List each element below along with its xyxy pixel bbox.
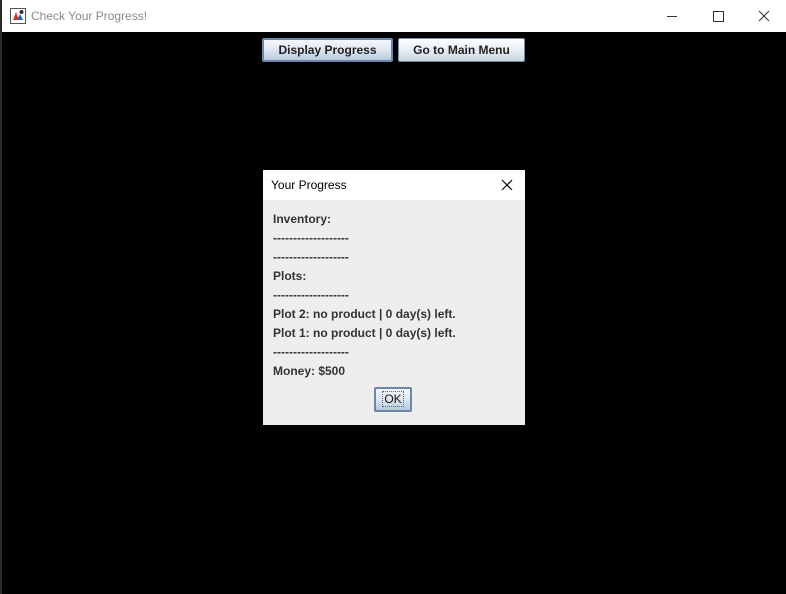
close-icon	[501, 179, 513, 191]
title-bar[interactable]: Check Your Progress!	[2, 0, 786, 32]
app-window: Check Your Progress! Display Progress Go…	[0, 0, 786, 594]
plot-2-status: Plot 2: no product | 0 day(s) left.	[273, 307, 456, 321]
minimize-button[interactable]	[649, 0, 695, 32]
main-menu-button[interactable]: Go to Main Menu	[398, 38, 525, 62]
progress-dialog: Your Progress Inventory: ---------------…	[263, 170, 525, 425]
ok-button[interactable]: OK	[374, 387, 412, 412]
close-button[interactable]	[740, 0, 786, 32]
dialog-title-bar[interactable]: Your Progress	[263, 170, 525, 200]
dialog-title: Your Progress	[271, 178, 347, 192]
window-edge	[0, 0, 2, 594]
java-app-icon	[10, 8, 26, 24]
money-value: Money: $500	[273, 364, 346, 378]
window-title: Check Your Progress!	[31, 9, 148, 23]
plot-1-status: Plot 1: no product | 0 day(s) left.	[273, 326, 456, 340]
separator-line: -------------------	[273, 345, 349, 359]
ok-button-label: OK	[382, 391, 404, 407]
plots-heading: Plots:	[273, 269, 307, 283]
close-icon	[758, 10, 770, 22]
separator-line: -------------------	[273, 250, 349, 264]
inventory-heading: Inventory:	[273, 212, 332, 226]
maximize-icon	[713, 11, 724, 22]
minimize-icon	[667, 16, 677, 17]
separator-line: -------------------	[273, 288, 349, 302]
maximize-button[interactable]	[695, 0, 741, 32]
dialog-close-button[interactable]	[499, 177, 515, 193]
separator-line: -------------------	[273, 231, 349, 245]
display-progress-button[interactable]: Display Progress	[262, 38, 393, 62]
